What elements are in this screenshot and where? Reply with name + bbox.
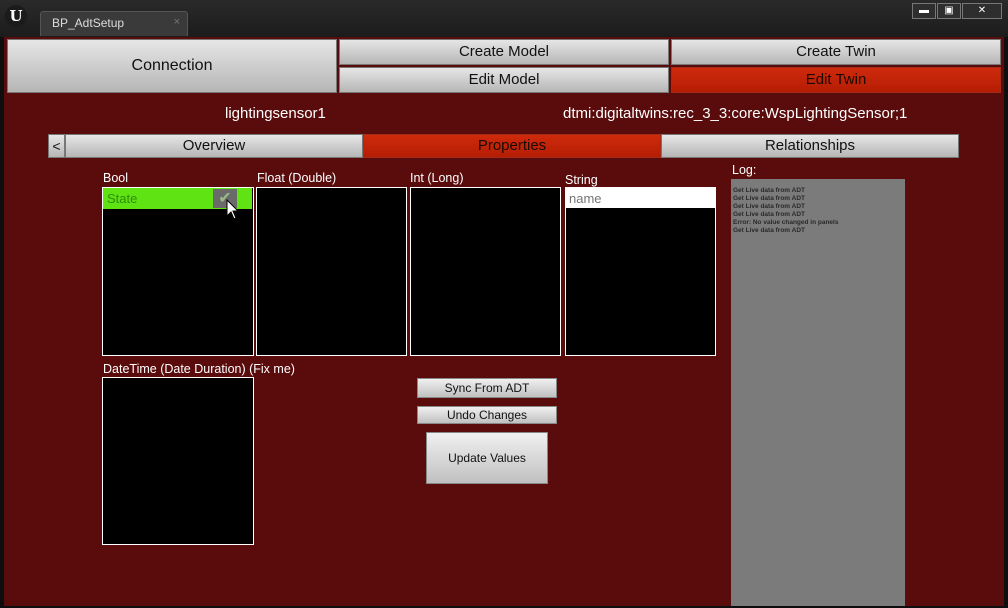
int-label: Int (Long): [410, 171, 464, 185]
float-panel: [256, 187, 407, 356]
int-panel: [410, 187, 561, 356]
log-line: Error: No value changed in panels: [733, 219, 839, 226]
log-panel[interactable]: Get Live data from ADT Get Live data fro…: [731, 179, 905, 606]
editor-main: Connection Create Model Edit Model Creat…: [4, 37, 1004, 606]
model-id-label: dtmi:digitaltwins:rec_3_3:core:WspLighti…: [563, 105, 908, 122]
tab-properties[interactable]: Properties: [363, 134, 661, 158]
log-line: Get Live data from ADT: [733, 211, 805, 218]
log-line: Get Live data from ADT: [733, 187, 805, 194]
unreal-logo-icon: U: [5, 5, 27, 27]
datetime-panel: [102, 377, 254, 545]
tab-title: BP_AdtSetup: [52, 16, 125, 30]
mouse-cursor-icon: [226, 199, 240, 220]
editor-tab[interactable]: BP_AdtSetup ×: [40, 11, 188, 36]
tab-back-button[interactable]: <: [48, 134, 65, 158]
edit-twin-button[interactable]: Edit Twin: [671, 67, 1001, 93]
bool-label: Bool: [103, 171, 129, 185]
string-label: String: [565, 173, 598, 187]
title-bar: U BP_AdtSetup × ▬ ▣ ✕: [0, 0, 1008, 37]
update-values-button[interactable]: Update Values: [426, 432, 548, 484]
sync-from-adt-button[interactable]: Sync From ADT: [417, 378, 557, 398]
tab-overview[interactable]: Overview: [65, 134, 363, 158]
minimize-button[interactable]: ▬: [912, 3, 936, 19]
bool-item-label: State: [107, 191, 138, 206]
log-line: Get Live data from ADT: [733, 195, 805, 202]
log-line: Get Live data from ADT: [733, 203, 805, 210]
string-name-input[interactable]: [566, 188, 715, 208]
tab-close-icon[interactable]: ×: [174, 16, 180, 28]
float-label: Float (Double): [257, 171, 337, 185]
create-twin-button[interactable]: Create Twin: [671, 39, 1001, 65]
log-label: Log:: [732, 163, 757, 177]
close-window-button[interactable]: ✕: [962, 3, 1002, 19]
connection-button[interactable]: Connection: [7, 39, 337, 93]
maximize-button[interactable]: ▣: [937, 3, 961, 19]
twin-id-label: lightingsensor1: [225, 105, 326, 122]
create-model-button[interactable]: Create Model: [339, 39, 669, 65]
log-line: Get Live data from ADT: [733, 227, 805, 234]
tab-relationships[interactable]: Relationships: [661, 134, 959, 158]
string-panel: [565, 187, 716, 356]
datetime-label: DateTime (Date Duration) (Fix me): [103, 362, 295, 376]
edit-model-button[interactable]: Edit Model: [339, 67, 669, 93]
undo-changes-button[interactable]: Undo Changes: [417, 406, 557, 424]
